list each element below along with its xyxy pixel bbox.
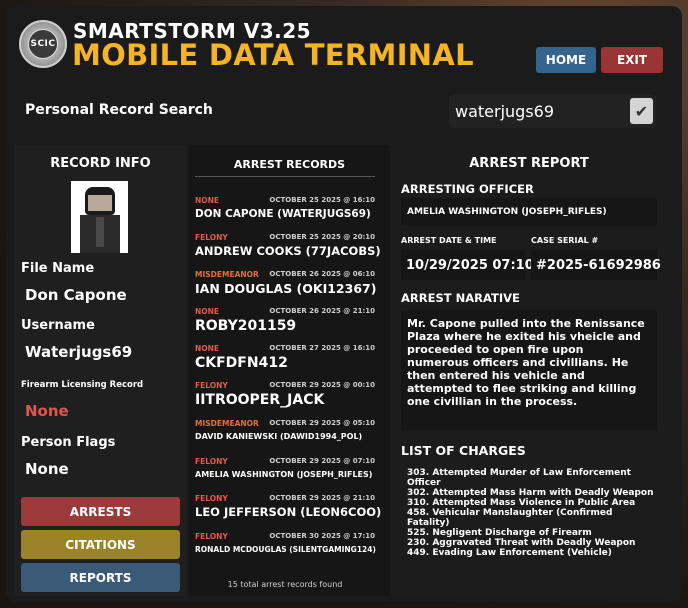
record-type: FELONY — [195, 457, 228, 466]
file-name-value: Don Capone — [25, 286, 127, 304]
logo-text: SCIC — [28, 29, 58, 59]
record-date: OCTOBER 25 2025 @ 20:10 — [269, 233, 375, 241]
record-type: NONE — [195, 344, 220, 353]
file-name-label: File Name — [21, 261, 95, 276]
arrest-date-value: 10/29/2025 07:10 — [406, 258, 534, 273]
agency-logo: SCIC — [19, 20, 67, 68]
charge-item: 230. Aggravated Threat with Deadly Weapo… — [407, 538, 636, 548]
record-type: FELONY — [195, 233, 228, 242]
check-icon: ✔ — [634, 101, 649, 121]
record-date: OCTOBER 26 2025 @ 21:10 — [269, 307, 375, 315]
record-name: AMELIA WASHINGTON (JOSEPH_RIFLES) — [195, 470, 373, 479]
record-name: ROBY201159 — [195, 318, 297, 334]
arrests-button[interactable]: ARRESTS — [21, 497, 180, 526]
firearm-label: Firearm Licensing Record — [21, 380, 144, 390]
arrest-narrative-text: Mr. Capone pulled into the Renissance Pl… — [407, 317, 645, 408]
charges-list: 303. Attempted Murder of Law Enforcement… — [407, 468, 655, 558]
arrest-date-label: ARREST DATE & TIME — [401, 236, 497, 245]
record-name: IAN DOUGLAS (OKI12367) — [195, 281, 377, 296]
record-date: OCTOBER 30 2025 @ 17:10 — [269, 532, 375, 540]
avatar-body — [80, 215, 120, 253]
person-avatar — [71, 181, 128, 253]
record-date: OCTOBER 27 2025 @ 16:10 — [269, 344, 375, 352]
charge-item: 449. Evading Law Enforcement (Vehicle) — [407, 548, 612, 558]
search-submit-checkbox[interactable]: ✔ — [630, 98, 653, 124]
charge-item: 302. Attempted Mass Harm with Deadly Wea… — [407, 488, 654, 498]
search-input[interactable] — [455, 98, 625, 124]
arrest-records-heading: ARREST RECORDS — [233, 158, 346, 171]
charge-item: 458. Vehicular Manslaughter (Confirmed F… — [407, 508, 613, 528]
record-name: DAVID KANIEWSKI (DAWID1994_POL) — [195, 432, 363, 441]
record-type: NONE — [195, 196, 220, 205]
record-type: FELONY — [195, 381, 228, 390]
record-type: NONE — [195, 307, 220, 316]
case-serial-label: CASE SERIAL # — [531, 236, 599, 245]
charges-label: LIST OF CHARGES — [401, 443, 526, 458]
record-name: CKFDFN412 — [195, 355, 288, 371]
record-info-heading: RECORD INFO — [50, 156, 151, 171]
exit-button[interactable]: EXIT — [601, 47, 663, 73]
record-name: DON CAPONE (WATERJUGS69) — [195, 208, 371, 220]
charge-item: 303. Attempted Murder of Law Enforcement… — [407, 468, 631, 488]
charge-item: 310. Attempted Mass Violence in Public A… — [407, 498, 636, 508]
record-name: IITROOPER_JACK — [195, 392, 325, 408]
record-name: ANDREW COOKS (77JACOBS) — [195, 244, 381, 258]
record-date: OCTOBER 29 2025 @ 00:10 — [269, 381, 375, 389]
firearm-value: None — [25, 402, 69, 420]
person-flags-value: None — [25, 460, 69, 478]
record-date: OCTOBER 29 2025 @ 07:10 — [269, 457, 375, 465]
arrest-records-list[interactable]: NONE OCTOBER 25 2025 @ 16:10 DON CAPONE … — [189, 176, 390, 566]
search-box: ✔ — [449, 94, 656, 128]
record-date: OCTOBER 29 2025 @ 05:10 — [269, 419, 375, 427]
person-flags-label: Person Flags — [21, 435, 116, 450]
record-name: RONALD MCDOUGLAS (SILENTGAMING124) — [195, 545, 376, 554]
citations-button[interactable]: CITATIONS — [21, 530, 180, 559]
total-records-text: 15 total arrest records found — [227, 580, 343, 589]
record-type: FELONY — [195, 532, 228, 541]
search-label: Personal Record Search — [25, 102, 213, 118]
username-value: Waterjugs69 — [25, 343, 133, 361]
home-button[interactable]: HOME — [536, 47, 596, 73]
list-scroll-remnant — [195, 176, 375, 180]
arresting-officer-label: ARRESTING OFFICER — [401, 182, 534, 196]
arrest-report-heading: ARREST REPORT — [469, 156, 589, 171]
record-date: OCTOBER 25 2025 @ 16:10 — [269, 196, 375, 204]
record-type: MISDEMEANOR — [195, 419, 259, 428]
record-type: MISDEMEANOR — [195, 270, 259, 279]
avatar-face — [88, 195, 112, 211]
charge-item: 525. Negligent Discharge of Firearm — [407, 528, 592, 538]
case-serial-value: #2025-61692986 — [536, 258, 661, 273]
record-name: LEO JEFFERSON (LEON6COO) — [195, 505, 382, 519]
arresting-officer-value: AMELIA WASHINGTON (JOSEPH_RIFLES) — [407, 207, 607, 217]
record-date: OCTOBER 26 2025 @ 06:10 — [269, 270, 375, 278]
record-date: OCTOBER 29 2025 @ 21:10 — [269, 494, 375, 502]
username-label: Username — [21, 318, 95, 333]
arrest-narrative-label: ARREST NARATIVE — [401, 291, 520, 305]
app-title: MOBILE DATA TERMINAL — [72, 38, 474, 72]
reports-button[interactable]: REPORTS — [21, 563, 180, 592]
record-type: FELONY — [195, 494, 228, 503]
